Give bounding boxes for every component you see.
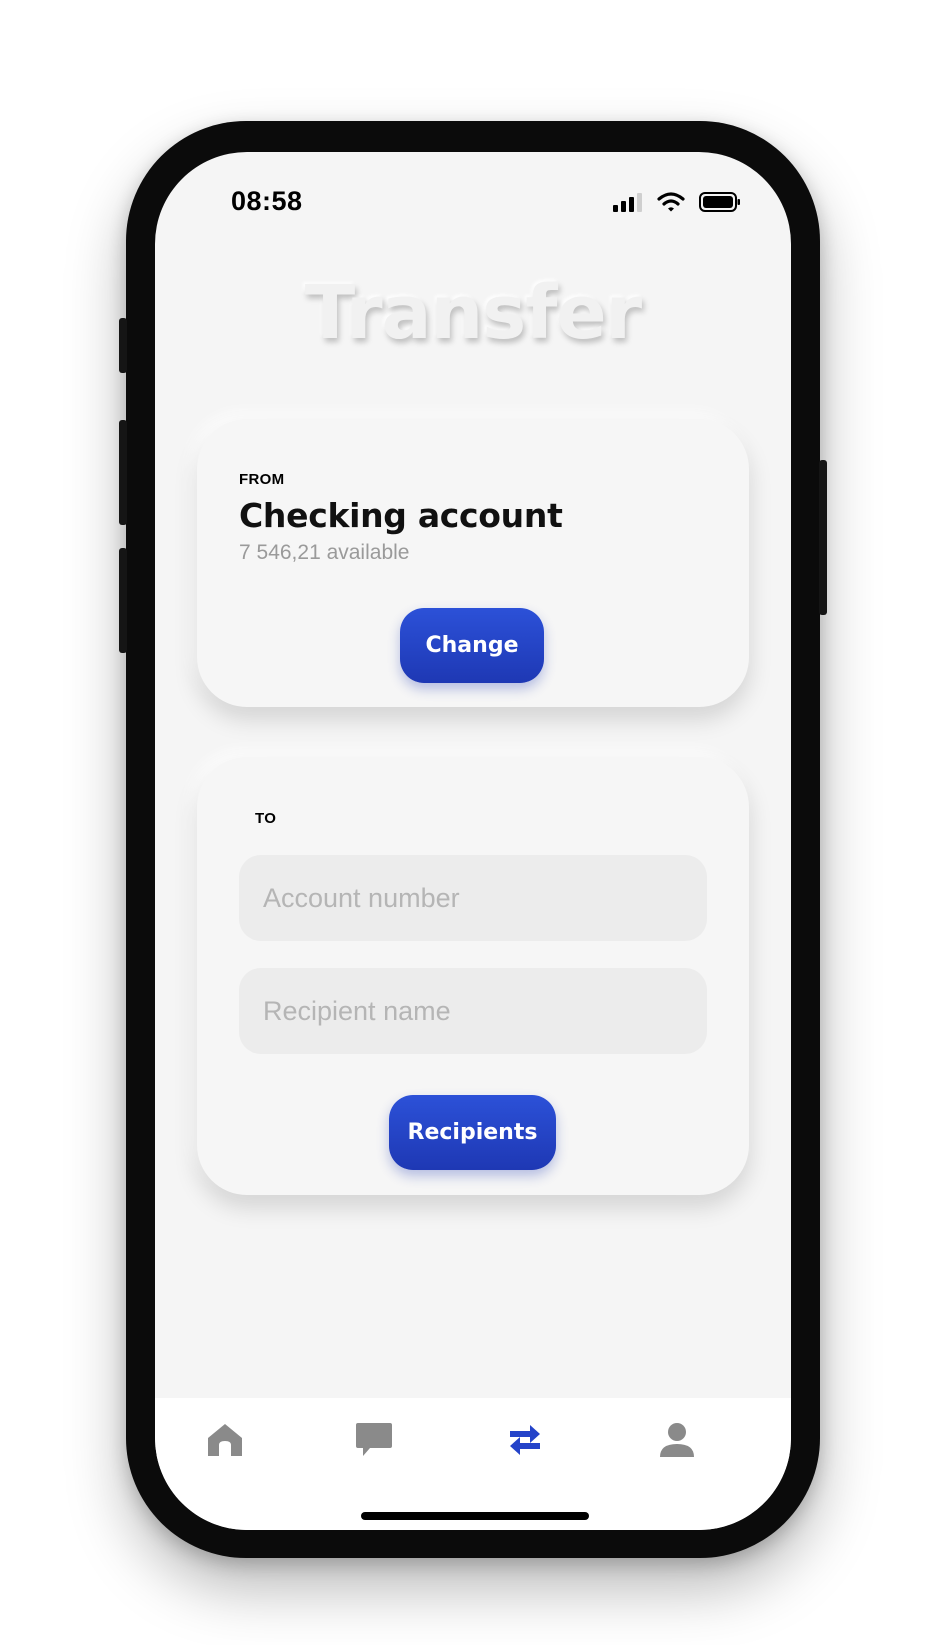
wifi-icon <box>657 192 685 212</box>
mute-switch <box>119 318 127 373</box>
home-icon <box>208 1424 242 1456</box>
chat-icon <box>356 1423 392 1456</box>
volume-up-button <box>119 420 127 525</box>
change-button[interactable]: Change <box>400 608 544 683</box>
account-name: Checking account <box>239 496 563 535</box>
page-title: Transfer <box>304 270 642 356</box>
account-number-input[interactable] <box>239 855 707 941</box>
battery-icon <box>699 192 740 212</box>
from-card: FROM Checking account 7 546,21 available… <box>197 419 749 707</box>
power-button <box>819 460 827 615</box>
home-indicator[interactable] <box>361 1512 589 1520</box>
to-label: TO <box>255 810 277 827</box>
recipient-name-input[interactable] <box>239 968 707 1054</box>
phone-screen: 08:58 Transfer FROM Checking account 7 5… <box>155 152 791 1530</box>
tab-home[interactable] <box>195 1410 255 1470</box>
transfer-icon <box>510 1425 540 1455</box>
volume-down-button <box>119 548 127 653</box>
tab-messages[interactable] <box>344 1410 404 1470</box>
profile-icon <box>660 1423 694 1457</box>
status-icons <box>613 192 741 212</box>
tab-transfer[interactable] <box>495 1410 555 1470</box>
signal-icon <box>613 193 642 212</box>
status-time: 08:58 <box>231 186 303 216</box>
available-balance: 7 546,21 available <box>239 541 410 564</box>
tab-profile[interactable] <box>647 1410 707 1470</box>
from-label: FROM <box>239 471 285 488</box>
tab-bar <box>155 1398 791 1530</box>
recipients-button[interactable]: Recipients <box>389 1095 556 1170</box>
to-card: TO Recipients <box>197 757 749 1195</box>
